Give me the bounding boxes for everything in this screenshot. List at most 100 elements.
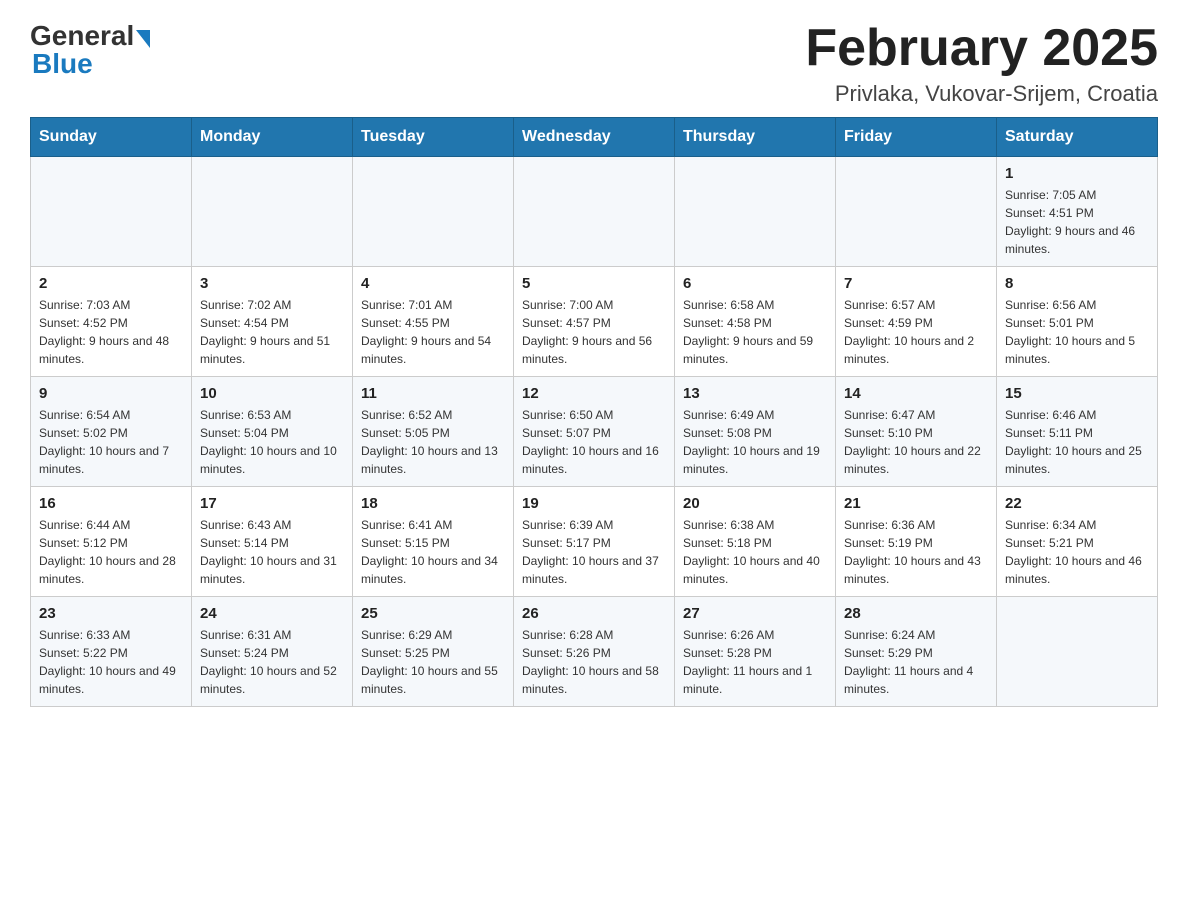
calendar-table: SundayMondayTuesdayWednesdayThursdayFrid… (30, 117, 1158, 707)
logo: General Blue (30, 20, 150, 80)
calendar-cell: 18 Sunrise: 6:41 AM Sunset: 5:15 PM Dayli… (353, 487, 514, 597)
day-info: Sunrise: 6:39 AM Sunset: 5:17 PM Dayligh… (522, 516, 666, 588)
day-info: Sunrise: 6:54 AM Sunset: 5:02 PM Dayligh… (39, 406, 183, 478)
day-info: Sunrise: 6:53 AM Sunset: 5:04 PM Dayligh… (200, 406, 344, 478)
col-header-saturday: Saturday (997, 118, 1158, 157)
calendar-cell: 19 Sunrise: 6:39 AM Sunset: 5:17 PM Dayli… (514, 487, 675, 597)
calendar-cell: 20 Sunrise: 6:38 AM Sunset: 5:18 PM Dayli… (675, 487, 836, 597)
day-info: Sunrise: 6:44 AM Sunset: 5:12 PM Dayligh… (39, 516, 183, 588)
calendar-cell: 10 Sunrise: 6:53 AM Sunset: 5:04 PM Dayli… (192, 377, 353, 487)
day-number: 5 (522, 275, 666, 292)
col-header-tuesday: Tuesday (353, 118, 514, 157)
day-number: 22 (1005, 495, 1149, 512)
day-info: Sunrise: 6:56 AM Sunset: 5:01 PM Dayligh… (1005, 296, 1149, 368)
calendar-cell: 14 Sunrise: 6:47 AM Sunset: 5:10 PM Dayli… (836, 377, 997, 487)
day-info: Sunrise: 6:41 AM Sunset: 5:15 PM Dayligh… (361, 516, 505, 588)
page-header: General Blue February 2025 Privlaka, Vuk… (30, 20, 1158, 107)
calendar-cell: 11Sunrise: 6:52 AM Sunset: 5:05 PM Dayli… (353, 377, 514, 487)
calendar-cell: 8Sunrise: 6:56 AM Sunset: 5:01 PM Daylig… (997, 267, 1158, 377)
day-info: Sunrise: 6:36 AM Sunset: 5:19 PM Dayligh… (844, 516, 988, 588)
day-number: 3 (200, 275, 344, 292)
day-info: Sunrise: 6:43 AM Sunset: 5:14 PM Dayligh… (200, 516, 344, 588)
calendar-cell: 27 Sunrise: 6:26 AM Sunset: 5:28 PM Dayli… (675, 597, 836, 707)
day-info: Sunrise: 6:50 AM Sunset: 5:07 PM Dayligh… (522, 406, 666, 478)
col-header-monday: Monday (192, 118, 353, 157)
day-info: Sunrise: 7:05 AM Sunset: 4:51 PM Dayligh… (1005, 186, 1149, 258)
day-info: Sunrise: 6:58 AM Sunset: 4:58 PM Dayligh… (683, 296, 827, 368)
day-number: 23 (39, 605, 183, 622)
calendar-cell: 26Sunrise: 6:28 AM Sunset: 5:26 PM Dayli… (514, 597, 675, 707)
calendar-cell: 25Sunrise: 6:29 AM Sunset: 5:25 PM Dayli… (353, 597, 514, 707)
day-info: Sunrise: 6:33 AM Sunset: 5:22 PM Dayligh… (39, 626, 183, 698)
day-number: 13 (683, 385, 827, 402)
day-info: Sunrise: 6:31 AM Sunset: 5:24 PM Dayligh… (200, 626, 344, 698)
day-info: Sunrise: 6:26 AM Sunset: 5:28 PM Dayligh… (683, 626, 827, 698)
col-header-friday: Friday (836, 118, 997, 157)
day-number: 7 (844, 275, 988, 292)
calendar-week-row: 9 Sunrise: 6:54 AM Sunset: 5:02 PM Daylig… (31, 377, 1158, 487)
day-number: 28 (844, 605, 988, 622)
col-header-sunday: Sunday (31, 118, 192, 157)
day-number: 27 (683, 605, 827, 622)
col-header-wednesday: Wednesday (514, 118, 675, 157)
day-info: Sunrise: 6:34 AM Sunset: 5:21 PM Dayligh… (1005, 516, 1149, 588)
day-info: Sunrise: 6:38 AM Sunset: 5:18 PM Dayligh… (683, 516, 827, 588)
day-number: 14 (844, 385, 988, 402)
day-number: 9 (39, 385, 183, 402)
day-number: 18 (361, 495, 505, 512)
calendar-cell: 5 Sunrise: 7:00 AM Sunset: 4:57 PM Daylig… (514, 267, 675, 377)
calendar-week-row: 23 Sunrise: 6:33 AM Sunset: 5:22 PM Dayli… (31, 597, 1158, 707)
day-number: 25 (361, 605, 505, 622)
calendar-cell (836, 157, 997, 267)
calendar-cell: 24 Sunrise: 6:31 AM Sunset: 5:24 PM Dayli… (192, 597, 353, 707)
day-number: 24 (200, 605, 344, 622)
calendar-cell: 16 Sunrise: 6:44 AM Sunset: 5:12 PM Dayli… (31, 487, 192, 597)
calendar-cell: 15 Sunrise: 6:46 AM Sunset: 5:11 PM Dayli… (997, 377, 1158, 487)
calendar-cell: 13Sunrise: 6:49 AM Sunset: 5:08 PM Dayli… (675, 377, 836, 487)
calendar-cell: 9 Sunrise: 6:54 AM Sunset: 5:02 PM Daylig… (31, 377, 192, 487)
calendar-week-row: 16 Sunrise: 6:44 AM Sunset: 5:12 PM Dayli… (31, 487, 1158, 597)
calendar-cell: 21 Sunrise: 6:36 AM Sunset: 5:19 PM Dayli… (836, 487, 997, 597)
calendar-cell: 1 Sunrise: 7:05 AM Sunset: 4:51 PM Daylig… (997, 157, 1158, 267)
day-info: Sunrise: 6:24 AM Sunset: 5:29 PM Dayligh… (844, 626, 988, 698)
calendar-cell: 28 Sunrise: 6:24 AM Sunset: 5:29 PM Dayli… (836, 597, 997, 707)
day-number: 17 (200, 495, 344, 512)
calendar-cell: 12 Sunrise: 6:50 AM Sunset: 5:07 PM Dayli… (514, 377, 675, 487)
calendar-cell: 3Sunrise: 7:02 AM Sunset: 4:54 PM Daylig… (192, 267, 353, 377)
day-number: 4 (361, 275, 505, 292)
calendar-cell: 2 Sunrise: 7:03 AM Sunset: 4:52 PM Daylig… (31, 267, 192, 377)
day-number: 26 (522, 605, 666, 622)
logo-arrow-icon (136, 30, 150, 48)
day-number: 10 (200, 385, 344, 402)
day-number: 15 (1005, 385, 1149, 402)
month-year-title: February 2025 (805, 20, 1158, 77)
day-number: 6 (683, 275, 827, 292)
day-number: 1 (1005, 165, 1149, 182)
calendar-header-row: SundayMondayTuesdayWednesdayThursdayFrid… (31, 118, 1158, 157)
day-info: Sunrise: 7:03 AM Sunset: 4:52 PM Dayligh… (39, 296, 183, 368)
calendar-cell (514, 157, 675, 267)
day-number: 12 (522, 385, 666, 402)
calendar-cell (353, 157, 514, 267)
calendar-week-row: 1 Sunrise: 7:05 AM Sunset: 4:51 PM Daylig… (31, 157, 1158, 267)
day-number: 20 (683, 495, 827, 512)
day-info: Sunrise: 7:00 AM Sunset: 4:57 PM Dayligh… (522, 296, 666, 368)
title-block: February 2025 Privlaka, Vukovar-Srijem, … (805, 20, 1158, 107)
day-number: 21 (844, 495, 988, 512)
calendar-cell: 22 Sunrise: 6:34 AM Sunset: 5:21 PM Dayli… (997, 487, 1158, 597)
day-info: Sunrise: 7:01 AM Sunset: 4:55 PM Dayligh… (361, 296, 505, 368)
calendar-week-row: 2 Sunrise: 7:03 AM Sunset: 4:52 PM Daylig… (31, 267, 1158, 377)
calendar-cell (192, 157, 353, 267)
location-subtitle: Privlaka, Vukovar-Srijem, Croatia (805, 81, 1158, 107)
day-number: 2 (39, 275, 183, 292)
day-info: Sunrise: 6:46 AM Sunset: 5:11 PM Dayligh… (1005, 406, 1149, 478)
calendar-cell: 6 Sunrise: 6:58 AM Sunset: 4:58 PM Daylig… (675, 267, 836, 377)
calendar-cell: 17 Sunrise: 6:43 AM Sunset: 5:14 PM Dayli… (192, 487, 353, 597)
day-number: 16 (39, 495, 183, 512)
calendar-cell: 4 Sunrise: 7:01 AM Sunset: 4:55 PM Daylig… (353, 267, 514, 377)
day-info: Sunrise: 6:52 AM Sunset: 5:05 PM Dayligh… (361, 406, 505, 478)
day-number: 19 (522, 495, 666, 512)
day-info: Sunrise: 6:47 AM Sunset: 5:10 PM Dayligh… (844, 406, 988, 478)
day-info: Sunrise: 6:57 AM Sunset: 4:59 PM Dayligh… (844, 296, 988, 368)
calendar-cell (675, 157, 836, 267)
